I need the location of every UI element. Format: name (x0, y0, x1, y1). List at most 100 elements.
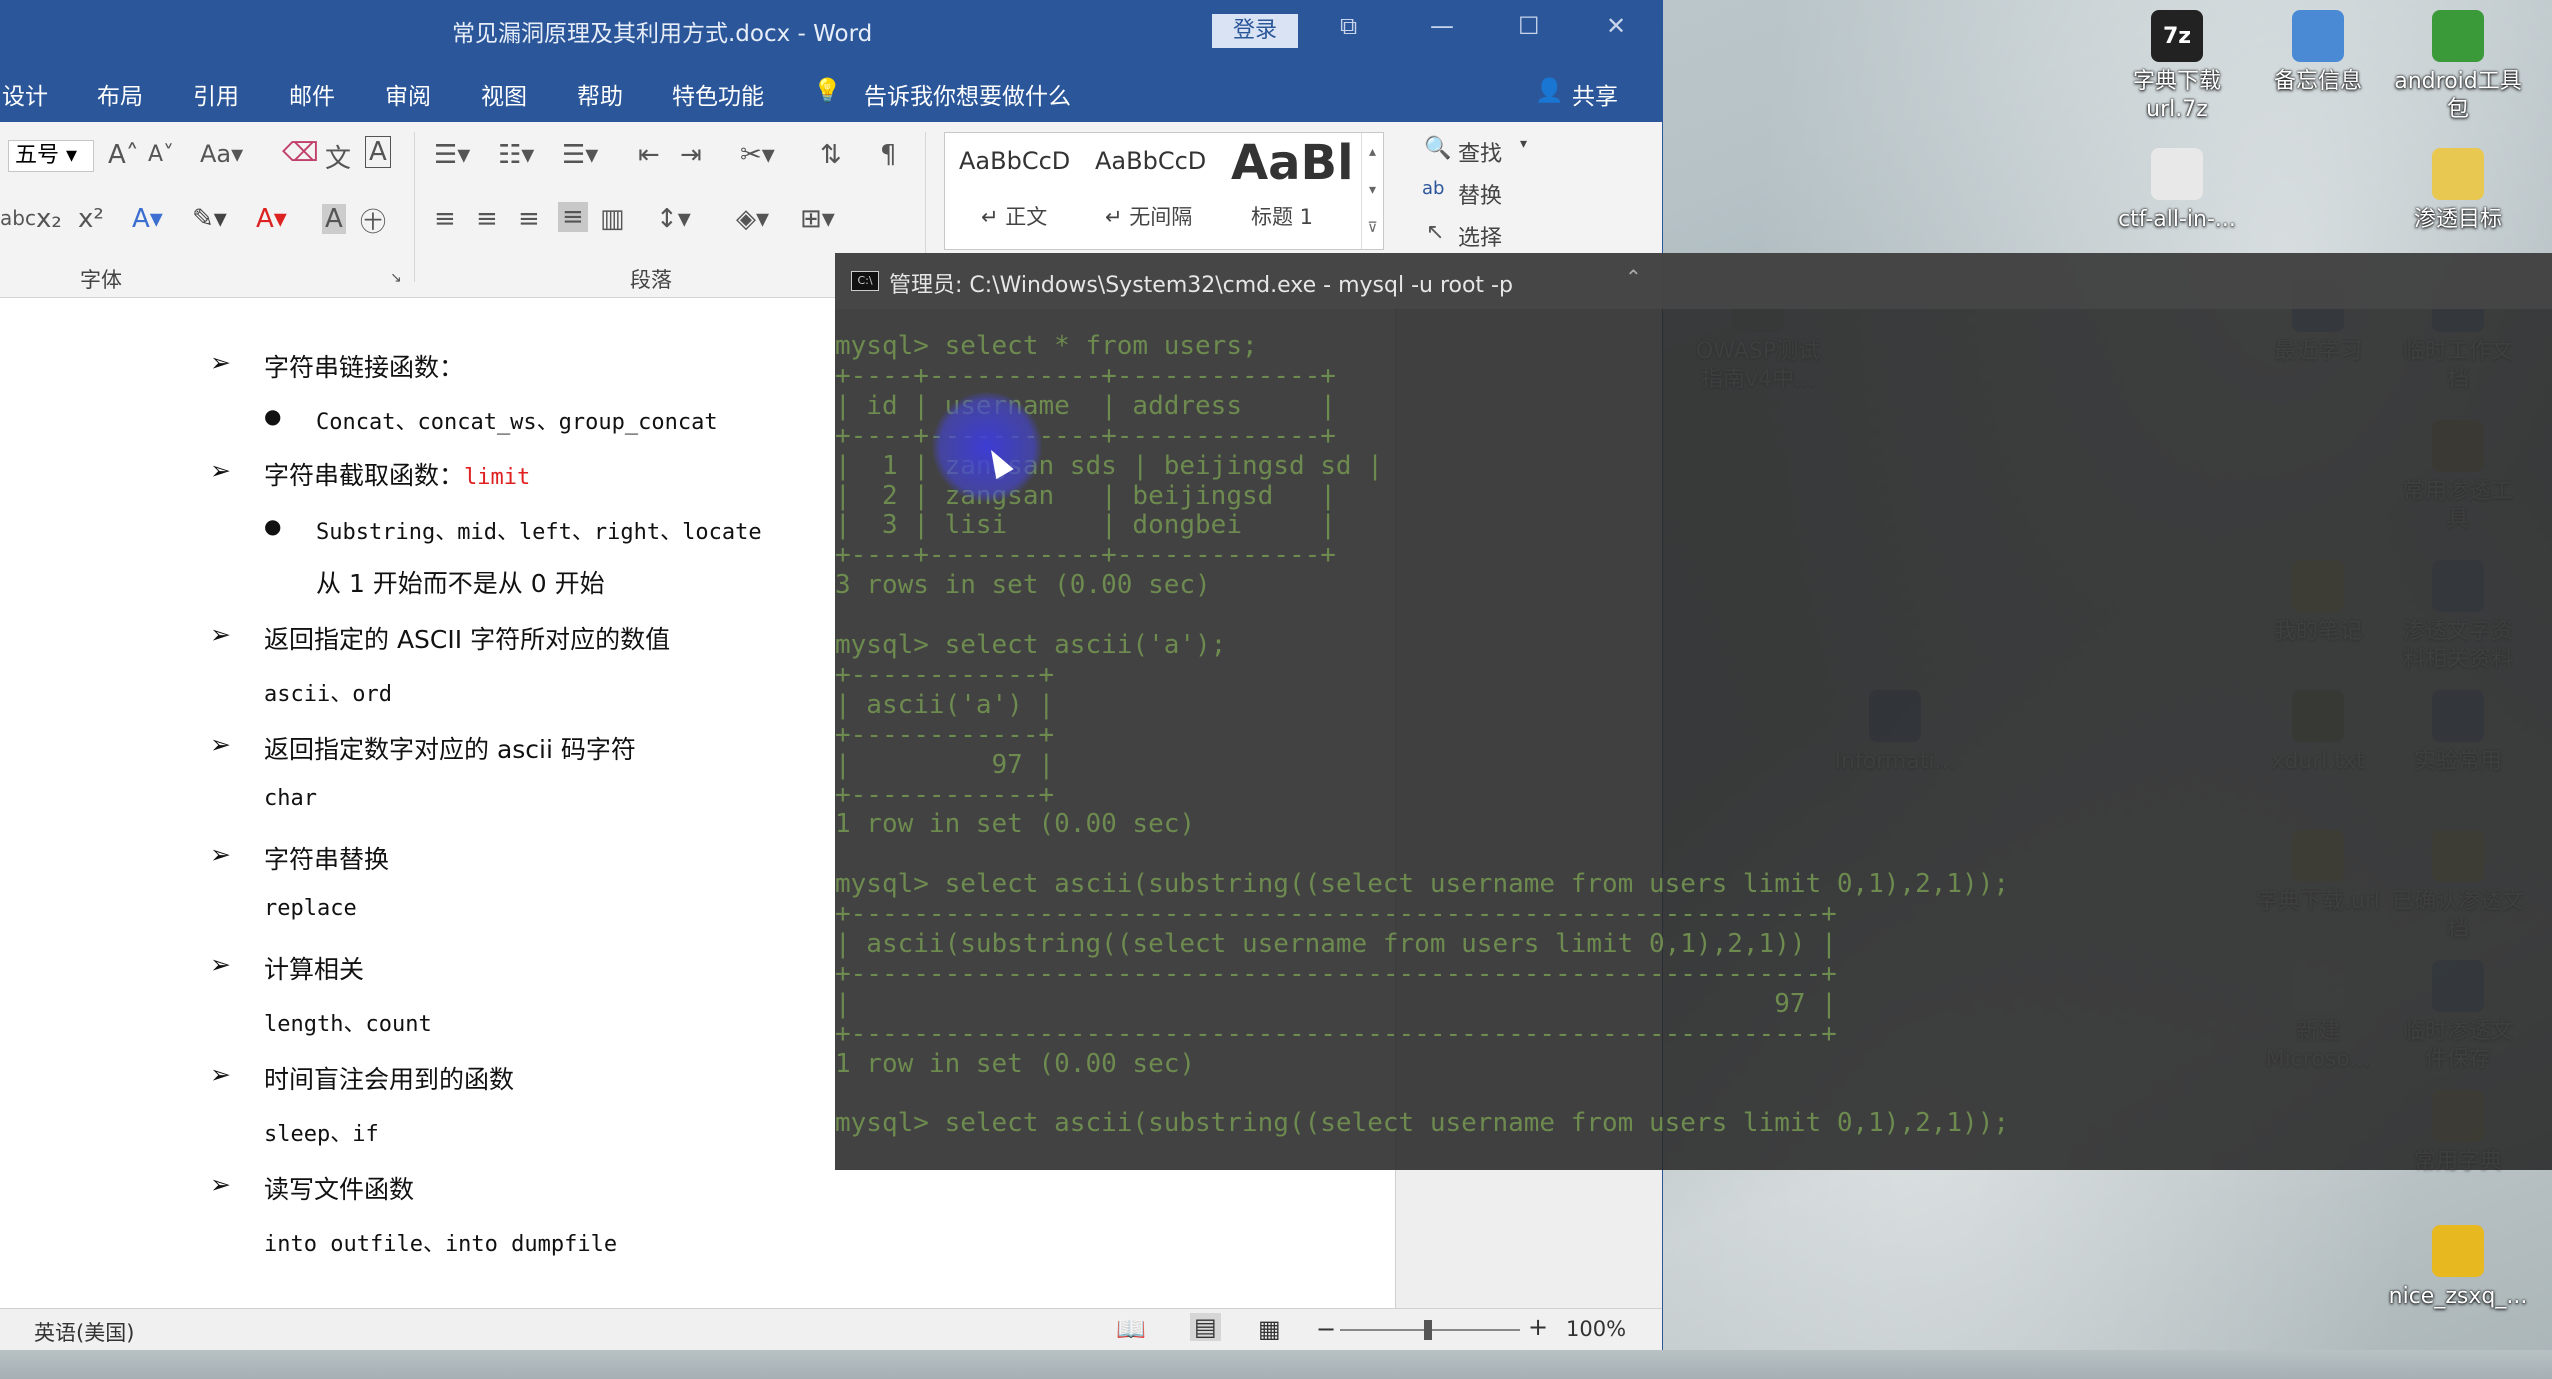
cmd-command-line: mysql> select ascii('a'); (835, 630, 1227, 660)
font-size-value: 五号 (15, 143, 60, 168)
select-icon[interactable]: ↖ (1426, 220, 1444, 245)
print-layout-icon[interactable]: ▤ (1190, 1313, 1221, 1341)
select-button[interactable]: 选择 (1458, 220, 1502, 252)
list-item: 读写文件函数 (264, 1170, 414, 1206)
web-layout-icon[interactable]: ▦ (1258, 1315, 1281, 1343)
enclose-char-icon[interactable]: ㊉ (360, 202, 386, 239)
arrow-bullet-icon: ➢ (210, 620, 231, 649)
tab-design[interactable]: 设计 (2, 77, 48, 111)
login-button[interactable]: 登录 (1212, 14, 1298, 48)
desktop-icon[interactable]: android工具 包 (2383, 10, 2533, 124)
maximize-icon[interactable]: ☐ (1518, 12, 1540, 40)
share-button[interactable]: 共享 (1572, 77, 1618, 111)
list-item-text: 读写文件函数 (264, 1175, 415, 1204)
clear-format-icon[interactable]: ⌫ (282, 138, 319, 168)
shrink-font-icon[interactable]: A˅ (148, 142, 174, 167)
minimize-icon[interactable]: — (1430, 12, 1454, 40)
font-color-icon[interactable]: A▾ (256, 204, 287, 234)
tell-me-search[interactable]: 告诉我你想要做什么 (864, 77, 1071, 111)
shading-icon[interactable]: ◈▾ (736, 204, 769, 234)
show-marks-icon[interactable]: ¶ (880, 140, 897, 170)
bullets-icon[interactable]: ☰▾ (434, 140, 470, 170)
subscript-icon[interactable]: x₂ (36, 204, 62, 234)
ribbon-display-icon[interactable]: ⧉ (1340, 12, 1357, 40)
highlight-icon[interactable]: ✎▾ (192, 204, 227, 234)
justify-icon[interactable]: ≡ (558, 202, 588, 232)
align-center-icon[interactable]: ≡ (476, 204, 498, 234)
grow-font-icon[interactable]: A˄ (108, 140, 139, 170)
cmd-output-line: +---------------------------------------… (835, 1018, 1837, 1049)
styles-gallery: AaBbCcD ↵ 正文 AaBbCcD ↵ 无间隔 AaBl 标题 1 ▴ ▾ ⊽ (944, 132, 1384, 250)
list-item-text: 时间盲注会用到的函数 (264, 1065, 515, 1094)
decrease-indent-icon[interactable]: ⇤ (638, 140, 660, 170)
tab-references[interactable]: 引用 (193, 77, 239, 111)
desktop-icon[interactable]: nice_zsxq_... (2383, 1225, 2533, 1311)
zoom-in-icon[interactable]: + (1528, 1313, 1548, 1341)
change-case-icon[interactable]: Aa▾ (200, 140, 243, 168)
font-group-label: 字体 (80, 268, 122, 292)
font-dialog-icon[interactable]: ↘ (390, 270, 402, 286)
styles-scroll[interactable]: ▴ ▾ ⊽ (1361, 133, 1383, 249)
desktop-icon[interactable]: 7z 字典下载 url.7z (2102, 10, 2252, 124)
replace-icon[interactable]: ab (1422, 178, 1444, 199)
multilevel-list-icon[interactable]: ☰▾ (562, 140, 598, 170)
find-icon[interactable]: 🔍 (1424, 136, 1451, 161)
find-button[interactable]: 查找 (1458, 136, 1502, 168)
tab-review[interactable]: 审阅 (385, 77, 431, 111)
cmd-output-line: +----+-----------+-------------+ (835, 420, 1336, 451)
close-icon[interactable]: ✕ (1606, 12, 1626, 40)
list-item: 字符串替换 (264, 840, 389, 876)
sort-icon[interactable]: ⇅ (820, 140, 842, 170)
font-size-select[interactable]: 五号 ▾ (8, 140, 94, 172)
list-item-text: 字符串截取函数： (264, 461, 465, 490)
cmd-output-line: | 97 | (835, 749, 1055, 780)
language-status[interactable]: 英语(美国) (34, 1317, 134, 1347)
strikethrough-icon[interactable]: abc (0, 206, 36, 230)
borders-icon[interactable]: ⊞▾ (800, 204, 835, 234)
align-left-icon[interactable]: ≡ (434, 204, 456, 234)
list-item-text: 返回指定的 ASCII 字符所对应的数值 (264, 625, 671, 654)
align-right-icon[interactable]: ≡ (518, 204, 540, 234)
cmd-output-line: | id | username | address | (835, 390, 1336, 421)
desktop-icon[interactable]: 备忘信息 (2243, 10, 2393, 96)
zoom-slider-thumb[interactable] (1424, 1320, 1432, 1340)
increase-indent-icon[interactable]: ⇥ (680, 140, 702, 170)
tab-view[interactable]: 视图 (481, 77, 527, 111)
document-title: 常见漏洞原理及其利用方式.docx - Word (452, 21, 873, 47)
read-mode-icon[interactable]: 📖 (1116, 1315, 1146, 1343)
7z-archive-icon: 7z (2151, 10, 2203, 62)
arrow-bullet-icon: ➢ (210, 1170, 231, 1199)
numbering-icon[interactable]: ☷▾ (498, 140, 534, 170)
superscript-icon[interactable]: x² (78, 204, 104, 234)
cmd-titlebar[interactable]: C:\ 管理员: C:\Windows\System32\cmd.exe - m… (835, 253, 2552, 309)
distributed-icon[interactable]: ▥ (600, 204, 625, 234)
tab-help[interactable]: 帮助 (577, 77, 623, 111)
char-shading-icon[interactable]: A (322, 204, 346, 234)
desktop-icon[interactable]: ctf-all-in-... (2102, 148, 2252, 234)
tab-mailings[interactable]: 邮件 (289, 77, 335, 111)
chevron-down-icon[interactable]: ▾ (1520, 136, 1527, 152)
app-icon (2432, 1225, 2484, 1277)
cmd-console-output[interactable]: mysql> select * from users; +----+-------… (835, 309, 2552, 1170)
zoom-out-icon[interactable]: − (1316, 1315, 1336, 1343)
arrow-bullet-icon: ➢ (210, 348, 231, 377)
char-border-icon[interactable]: A (365, 136, 391, 168)
cmd-output-line: +----+-----------+-------------+ (835, 540, 1336, 571)
desktop-icon[interactable]: 渗透目标 (2383, 148, 2533, 234)
text-effects-icon[interactable]: A▾ (132, 204, 163, 234)
list-item-text: 计算相关 (264, 955, 365, 984)
zoom-level[interactable]: 100% (1566, 1317, 1626, 1341)
line-spacing-icon[interactable]: ↕▾ (656, 204, 691, 234)
paragraph-group-label: 段落 (630, 268, 672, 292)
replace-button[interactable]: 替换 (1458, 178, 1502, 210)
zoom-slider[interactable] (1340, 1320, 1520, 1340)
highlighted-term: limit (464, 465, 531, 490)
phonetic-guide-icon[interactable]: 文 (325, 138, 351, 175)
cmd-window[interactable]: C:\ 管理员: C:\Windows\System32\cmd.exe - m… (835, 253, 2552, 1170)
cmd-output-line: | 97 | (835, 988, 1837, 1019)
chinese-layout-icon[interactable]: ✂▾ (740, 140, 775, 170)
tab-features[interactable]: 特色功能 (672, 77, 764, 111)
chevron-up-icon[interactable]: ⌃ (1625, 265, 1642, 289)
tab-layout[interactable]: 布局 (97, 77, 143, 111)
list-item-text: 字符串替换 (264, 845, 390, 874)
